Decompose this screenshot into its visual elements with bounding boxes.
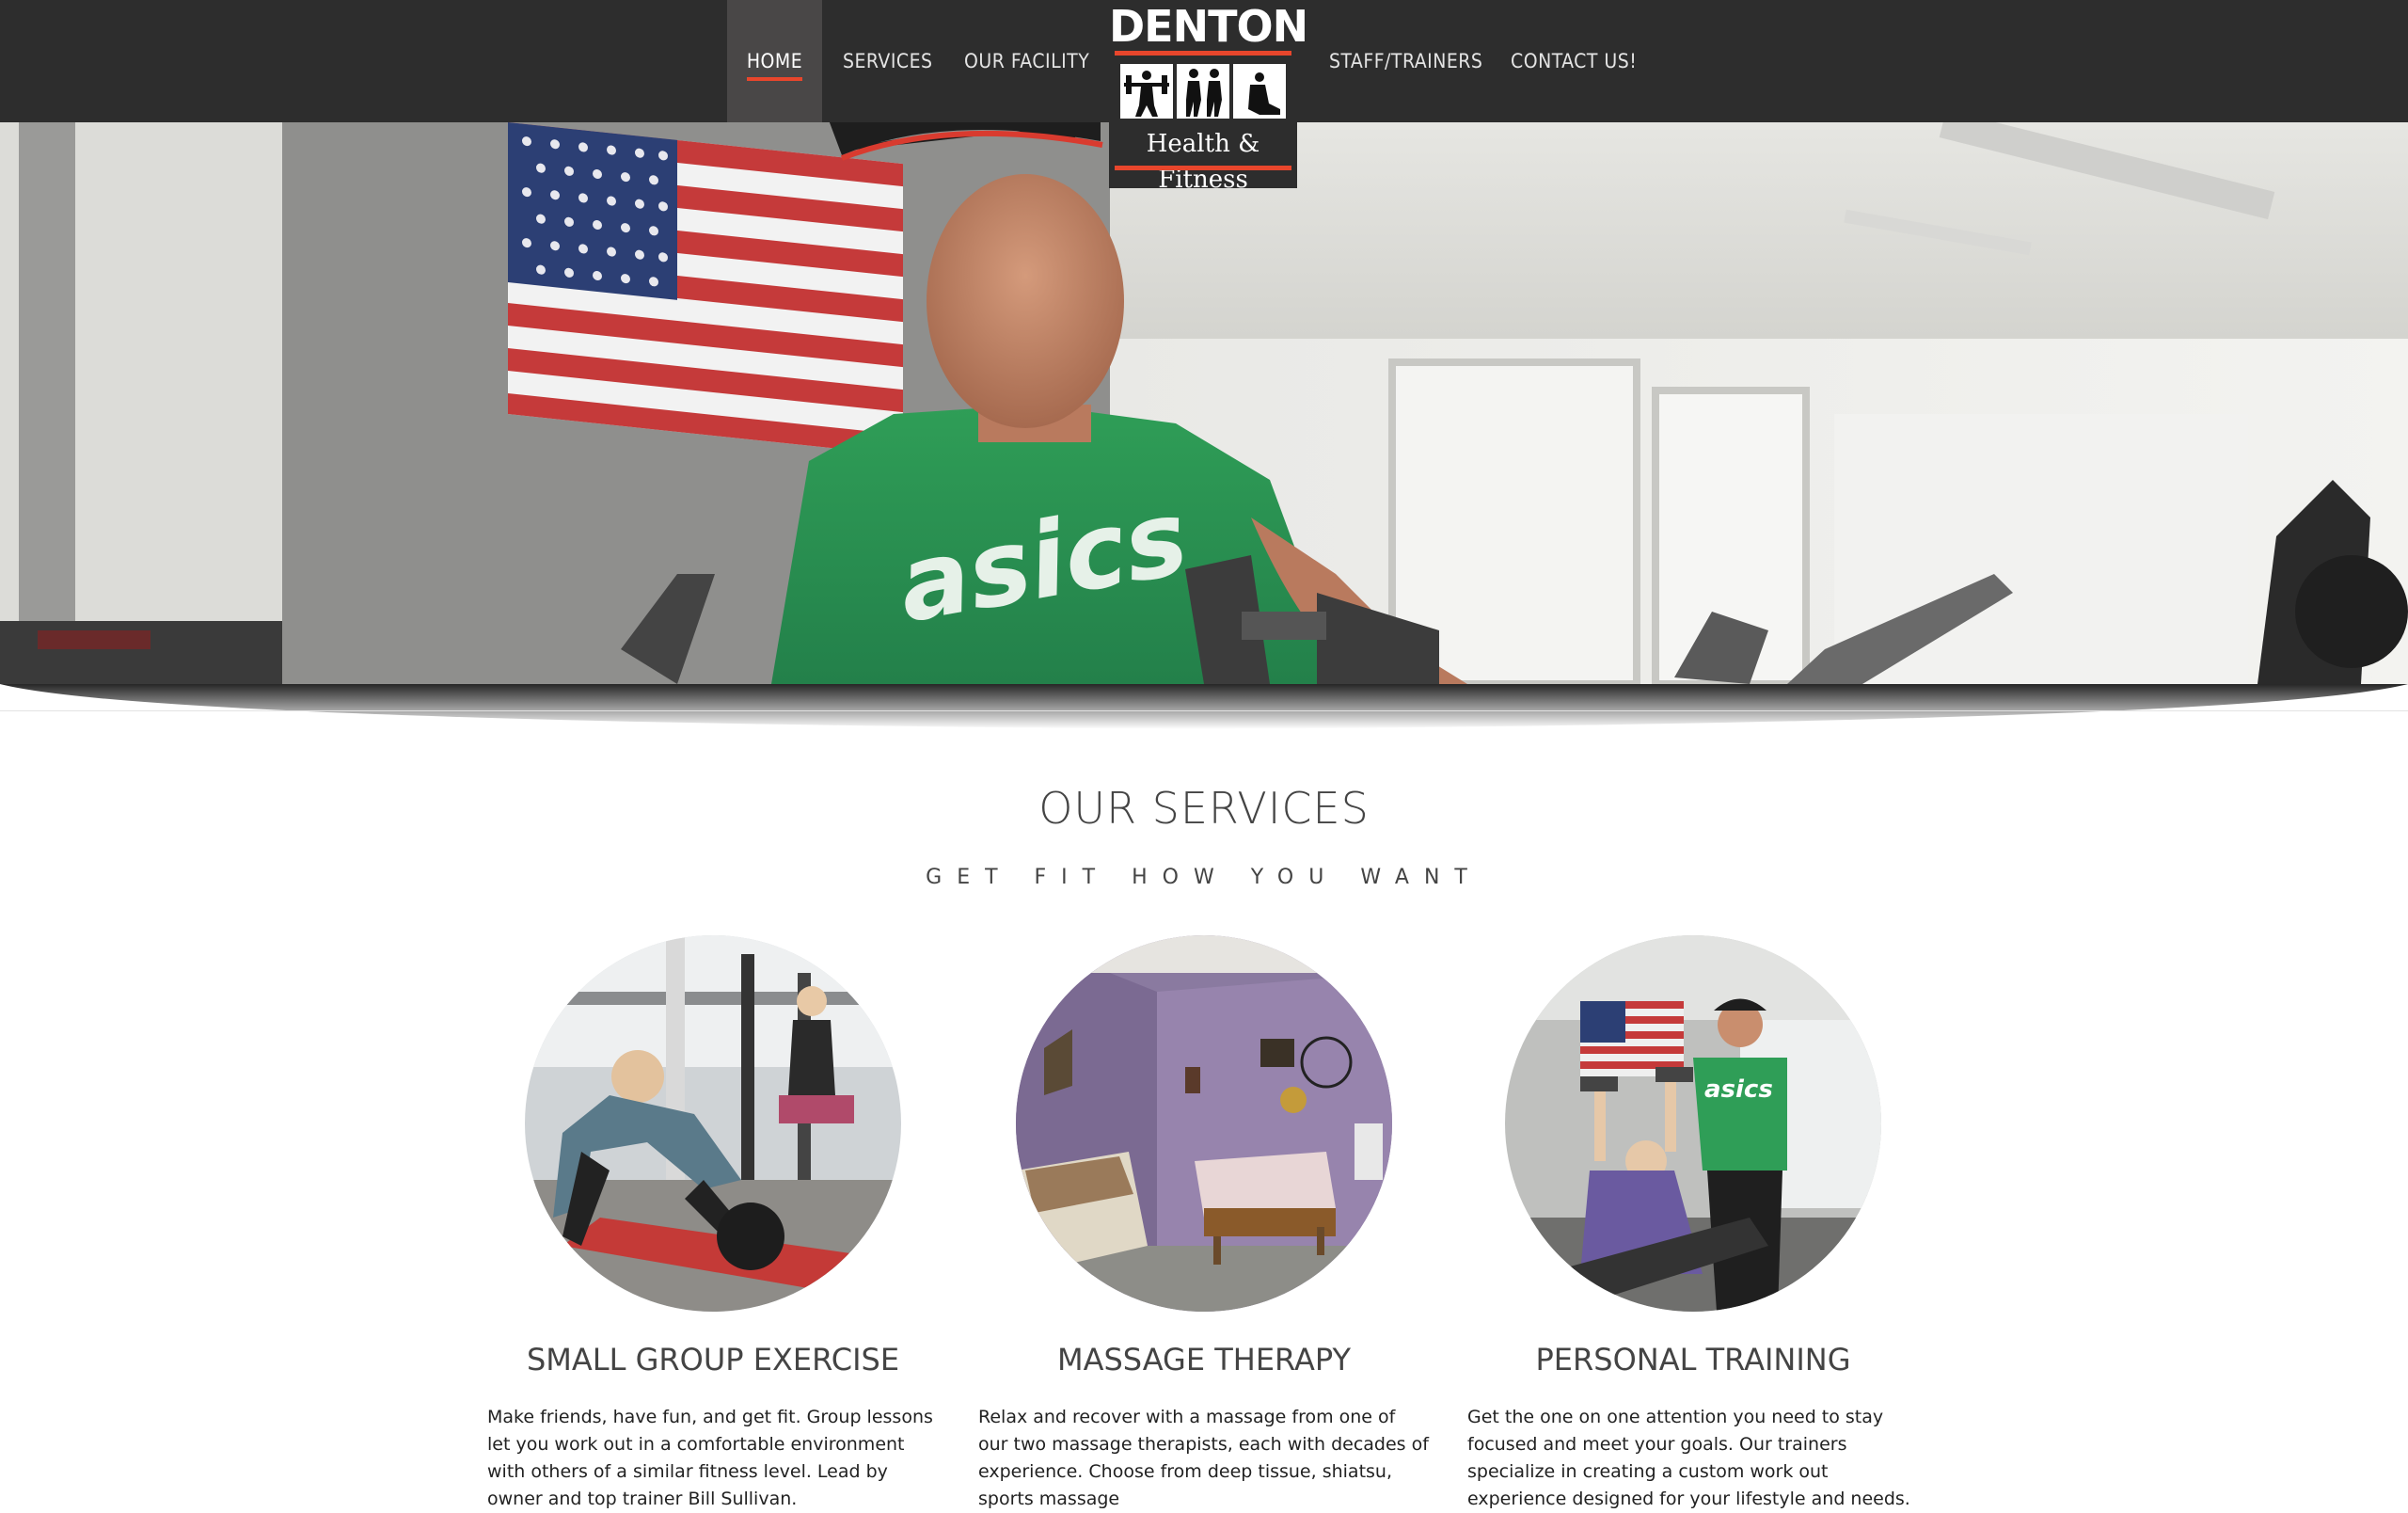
nav-our-facility[interactable]: OUR FACILITY [964, 0, 1089, 122]
hero-image: asics [0, 122, 2408, 684]
service-image-massage[interactable] [1016, 935, 1392, 1312]
logo-divider-top [1115, 51, 1291, 56]
hero-shadow [0, 684, 2408, 729]
nav-contact-us[interactable]: CONTACT US! [1511, 0, 1637, 122]
nav-home-label: HOME [746, 50, 803, 81]
nav-services-label: SERVICES [843, 50, 933, 72]
logo-athletes-icon [1118, 62, 1288, 120]
nav-services[interactable]: SERVICES [843, 0, 933, 122]
nav-our-facility-label: OUR FACILITY [964, 50, 1090, 72]
section-title: OUR SERVICES [1038, 783, 1370, 834]
service-desc-personal-training: Get the one on one attention you need to… [1467, 1407, 1910, 1509]
site-logo[interactable]: DENTON Health & Fitness [1109, 0, 1308, 194]
nav-contact-us-label: CONTACT US! [1511, 50, 1638, 72]
nav-staff-trainers-label: STAFF/TRAINERS [1329, 50, 1483, 72]
nav-staff-trainers[interactable]: STAFF/TRAINERS [1329, 0, 1482, 122]
logo-divider-bottom [1115, 166, 1291, 170]
service-title-small-group: SMALL GROUP EXERCISE [526, 1342, 900, 1378]
flag-image [508, 122, 903, 456]
section-subtitle: GET FIT HOW YOU WANT [926, 866, 1482, 889]
logo-title: DENTON [1109, 1, 1308, 52]
service-title-massage: MASSAGE THERAPY [1056, 1342, 1352, 1378]
hero-slider: asics [0, 122, 2408, 684]
nav-home[interactable]: HOME [727, 0, 822, 122]
service-desc-small-group: Make friends, have fun, and get fit. Gro… [487, 1407, 933, 1509]
service-image-personal-training[interactable]: asics [1505, 935, 1881, 1312]
service-title-personal-training: PERSONAL TRAINING [1535, 1342, 1851, 1378]
logo-subtitle: Health & Fitness [1146, 130, 1260, 194]
service-image-small-group[interactable] [525, 935, 901, 1312]
svg-text:asics: asics [1704, 1075, 1773, 1104]
service-desc-massage: Relax and recover with a massage from on… [978, 1407, 1429, 1509]
